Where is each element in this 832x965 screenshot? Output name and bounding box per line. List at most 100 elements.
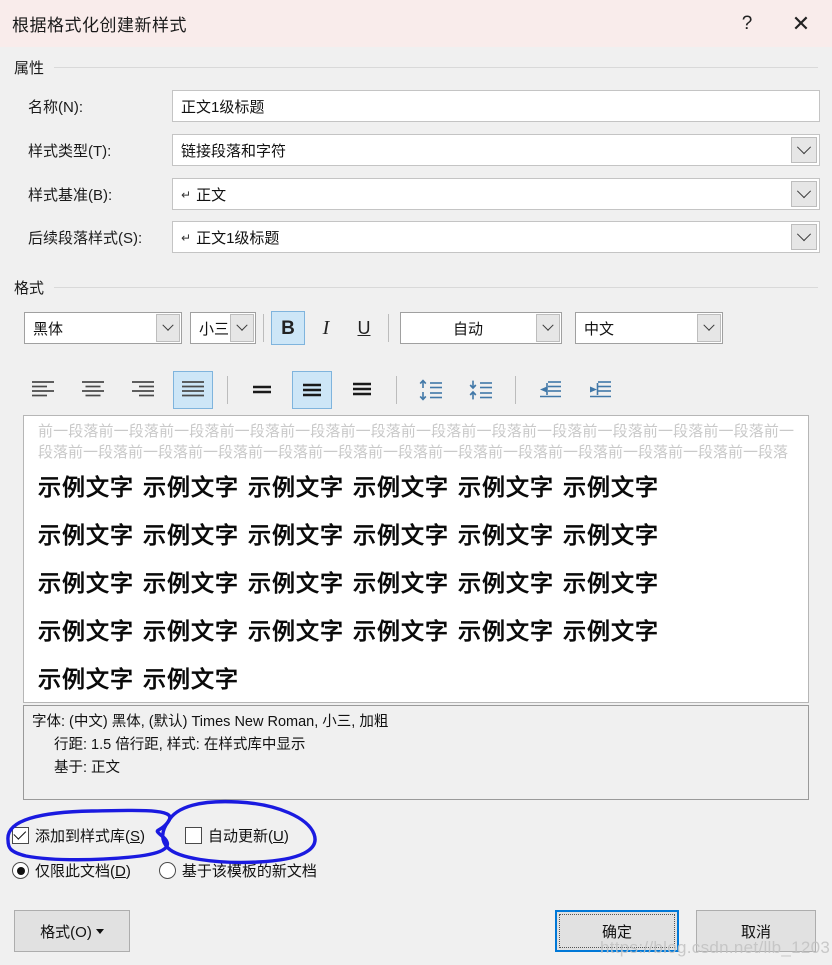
chevron-down-icon[interactable]	[791, 181, 817, 207]
next-paragraph-style-select[interactable]: ↵ 正文1级标题	[172, 221, 820, 253]
font-family-select[interactable]: 黑体	[24, 312, 182, 344]
chevron-down-icon[interactable]	[791, 224, 817, 250]
decrease-paragraph-spacing-button[interactable]	[461, 371, 501, 409]
checkbox-unchecked-icon[interactable]	[185, 827, 203, 844]
window-title: 根据格式化创建新样式	[12, 16, 187, 35]
lbl-post: )	[125, 863, 131, 880]
style-based-on-text: 正文	[196, 186, 227, 204]
align-right-button[interactable]	[123, 371, 163, 409]
next-paragraph-style-text: 正文1级标题	[196, 229, 280, 247]
group-divider-line	[54, 287, 818, 288]
window-titlebar: 根据格式化创建新样式 ? ✕	[0, 0, 832, 47]
this-document-label: 仅限此文档(D)	[35, 860, 131, 881]
field-row-next-paragraph-style: 后续段落样式(S): ↵ 正文1级标题	[0, 221, 832, 253]
description-line-spacing: 行距: 1.5 倍行距, 样式: 在样式库中显示	[54, 737, 306, 753]
line-spacing-single-button[interactable]	[242, 371, 282, 409]
preview-sample-row: 示例文字 示例文字 示例文字 示例文字 示例文字 示例文字	[38, 523, 660, 549]
label-next-paragraph-style: 后续段落样式(S):	[28, 229, 143, 247]
increase-paragraph-spacing-icon	[419, 379, 442, 401]
field-row-style-type: 样式类型(T): 链接段落和字符	[0, 134, 832, 166]
checkbox-checked-icon[interactable]	[12, 827, 29, 844]
help-button[interactable]: ?	[724, 0, 770, 47]
description-line-based-on: 基于: 正文	[54, 760, 121, 776]
radio-new-documents[interactable]: 基于该模板的新文档	[158, 860, 317, 881]
preview-sample-row-clipped: 示例文字 示例文字	[38, 667, 240, 693]
decrease-paragraph-spacing-icon	[469, 380, 492, 400]
increase-indent-icon	[590, 381, 611, 398]
lbl-key: D	[115, 863, 126, 880]
chevron-down-icon[interactable]	[156, 314, 180, 342]
watermark-text: https://blog.csdn.net/llb_1203	[600, 938, 831, 957]
description-line-font: 字体: (中文) 黑体, (默认) Times New Roman, 小三, 加…	[32, 714, 389, 730]
properties-group-label: 属性	[14, 60, 45, 77]
chevron-down-icon[interactable]	[697, 314, 721, 342]
align-right-icon	[132, 381, 154, 397]
radio-selected-icon[interactable]	[12, 862, 29, 879]
lbl-pre: 添加到样式库(	[35, 828, 130, 845]
style-based-on-value: ↵ 正文	[173, 184, 226, 205]
font-size-value: 小三	[199, 320, 230, 338]
line-spacing-1-5-icon	[303, 383, 321, 397]
font-size-select[interactable]: 小三	[190, 312, 256, 344]
label-style-based-on: 样式基准(B):	[28, 186, 113, 204]
align-center-icon	[82, 381, 104, 397]
format-group-label: 格式	[14, 280, 45, 297]
lbl-post: )	[283, 828, 289, 845]
font-toolbar: 黑体 小三 B I U 自动 中文	[24, 311, 723, 345]
format-button[interactable]: 格式(O)	[14, 910, 130, 952]
align-justify-icon	[182, 381, 204, 397]
line-spacing-1-5-button[interactable]	[292, 371, 332, 409]
next-paragraph-style-value: ↵ 正文1级标题	[173, 227, 279, 248]
new-documents-label: 基于该模板的新文档	[181, 863, 317, 880]
chevron-down-icon[interactable]	[791, 137, 817, 163]
name-input[interactable]: 正文1级标题	[172, 90, 820, 122]
language-select[interactable]: 中文	[575, 312, 723, 344]
lbl-pre: 自动更新(	[208, 828, 274, 845]
chevron-down-icon[interactable]	[536, 314, 560, 342]
language-value: 中文	[584, 320, 615, 338]
add-to-gallery-label: 添加到样式库(S)	[35, 825, 145, 846]
line-spacing-single-icon	[253, 385, 271, 394]
titlebar-buttons: ? ✕	[724, 0, 832, 47]
format-button-label: 格式(O)	[40, 923, 92, 941]
underline-button[interactable]: U	[347, 311, 381, 345]
radio-unselected-icon[interactable]	[158, 862, 176, 879]
close-button[interactable]: ✕	[770, 0, 832, 47]
style-based-on-select[interactable]: ↵ 正文	[172, 178, 820, 210]
increase-paragraph-spacing-button[interactable]	[411, 371, 451, 409]
increase-indent-button[interactable]	[580, 371, 620, 409]
font-family-value: 黑体	[33, 320, 64, 338]
align-center-button[interactable]	[73, 371, 113, 409]
decrease-indent-icon	[540, 381, 561, 398]
auto-update-checkbox[interactable]: 自动更新(U)	[185, 825, 289, 846]
field-row-style-based-on: 样式基准(B): ↵ 正文	[0, 178, 832, 210]
add-to-gallery-checkbox[interactable]: 添加到样式库(S)	[12, 825, 145, 846]
chevron-down-icon[interactable]	[230, 314, 254, 342]
group-divider-line	[54, 67, 818, 68]
style-preview-pane: 前一段落前一段落前一段落前一段落前一段落前一段落前一段落前一段落前一段落前一段落…	[23, 415, 809, 703]
align-left-button[interactable]	[23, 371, 63, 409]
font-color-select[interactable]: 自动	[400, 312, 562, 344]
label-name: 名称(N):	[28, 98, 83, 116]
style-type-select[interactable]: 链接段落和字符	[172, 134, 820, 166]
style-description-box: 字体: (中文) 黑体, (默认) Times New Roman, 小三, 加…	[23, 705, 809, 800]
radio-row: 仅限此文档(D) 基于该模板的新文档	[12, 860, 327, 881]
radio-this-document[interactable]: 仅限此文档(D)	[12, 860, 131, 881]
lbl-key: U	[273, 828, 284, 845]
bold-button[interactable]: B	[271, 311, 305, 345]
paragraph-mark-icon: ↵	[181, 230, 192, 245]
name-input-value: 正文1级标题	[181, 98, 265, 116]
properties-group-header: 属性	[0, 57, 832, 78]
paragraph-mark-icon: ↵	[181, 187, 192, 202]
italic-button[interactable]: I	[309, 311, 343, 345]
decrease-indent-button[interactable]	[530, 371, 570, 409]
preview-sample-row: 示例文字 示例文字 示例文字 示例文字 示例文字 示例文字	[38, 571, 660, 597]
align-justify-button[interactable]	[173, 371, 213, 409]
field-row-name: 名称(N): 正文1级标题	[0, 90, 832, 122]
label-style-type: 样式类型(T):	[28, 142, 112, 160]
preview-sample-row: 示例文字 示例文字 示例文字 示例文字 示例文字 示例文字	[38, 619, 660, 645]
toolbar-divider	[515, 376, 516, 404]
preview-filler-text: 前一段落前一段落前一段落前一段落前一段落前一段落前一段落前一段落前一段落前一段落…	[38, 424, 794, 461]
preview-sample-row: 示例文字 示例文字 示例文字 示例文字 示例文字 示例文字	[38, 475, 660, 501]
line-spacing-double-button[interactable]	[342, 371, 382, 409]
